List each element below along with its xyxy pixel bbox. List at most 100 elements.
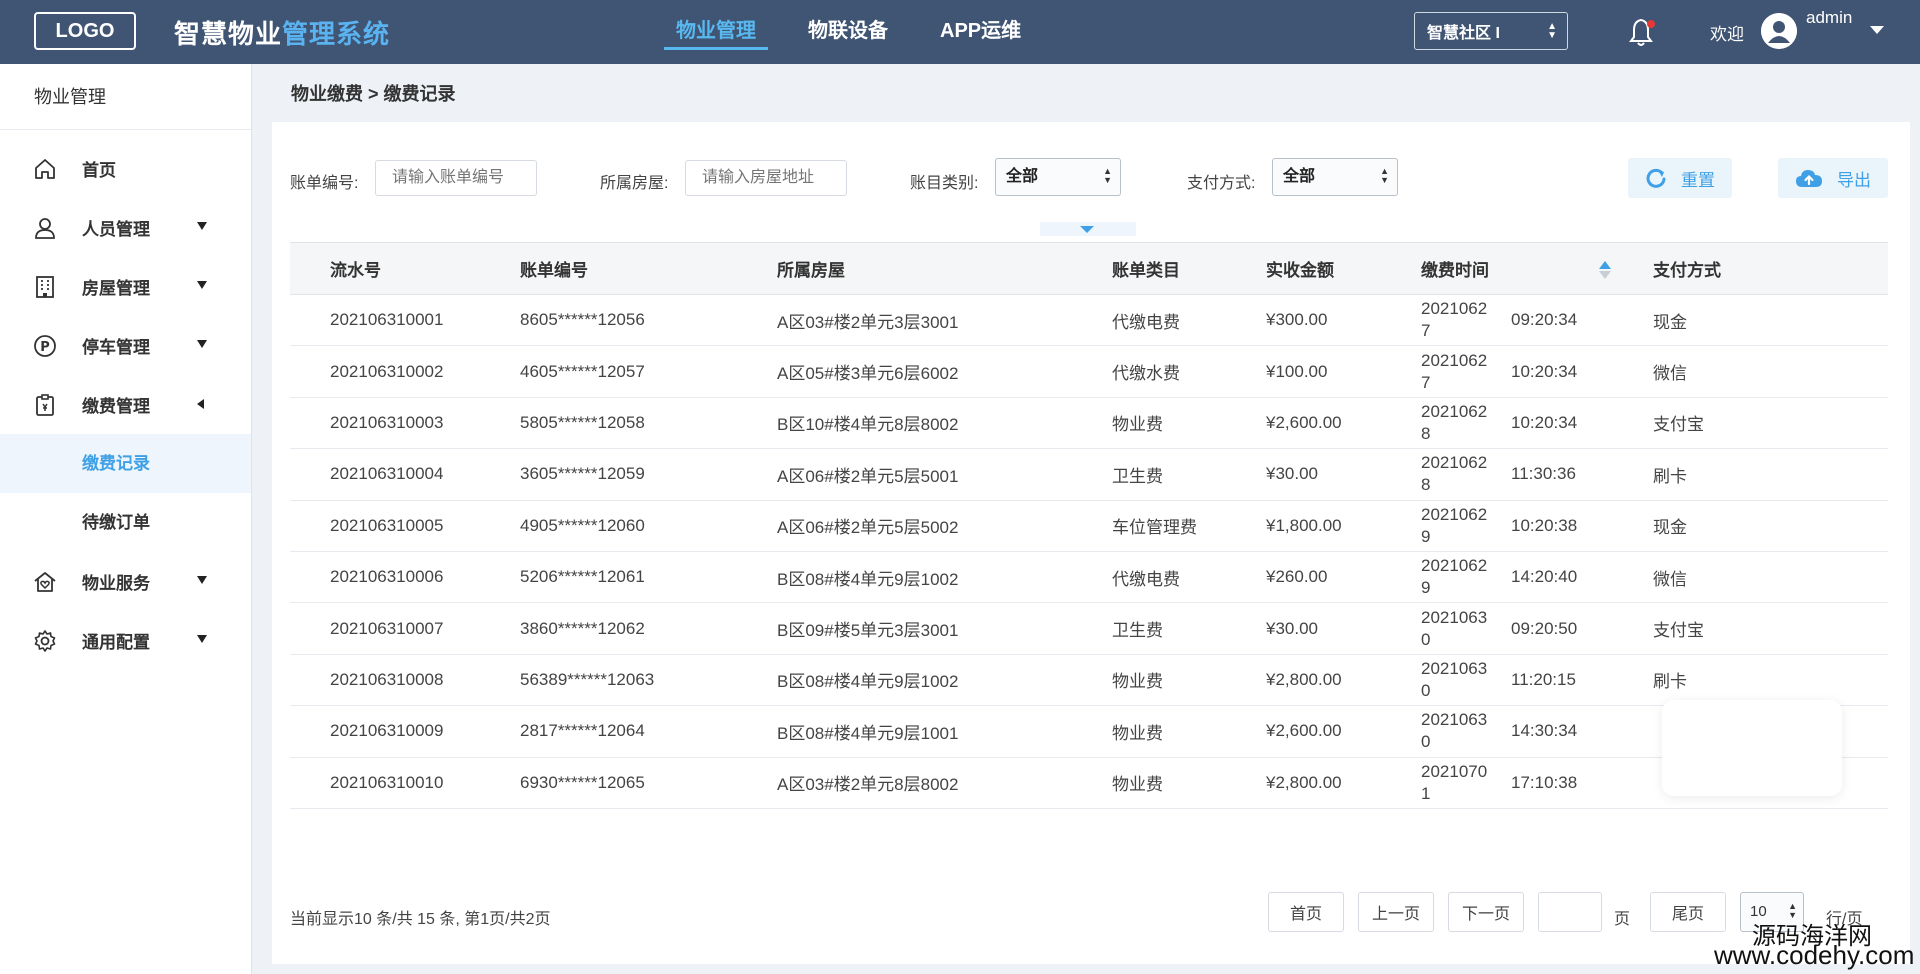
pay-method-select[interactable]: 全部 ▲ ▼ bbox=[1272, 158, 1398, 196]
sidebar-item-general-config[interactable]: 通用配置 bbox=[0, 611, 251, 670]
username[interactable]: admin bbox=[1806, 6, 1856, 30]
pay-date-text: 20210630 bbox=[1421, 607, 1488, 649]
last-page-button[interactable]: 尾页 bbox=[1650, 892, 1726, 932]
bill-no-input[interactable] bbox=[375, 160, 537, 196]
sidebar-item-home[interactable]: 首页 bbox=[0, 139, 251, 198]
cell-pay-method: 现金 bbox=[1653, 294, 1888, 347]
pagination-summary: 当前显示10 条/共 15 条, 第1页/共2页 bbox=[290, 911, 551, 928]
cell-pay-time: 11:30:36 bbox=[1511, 448, 1653, 501]
bell-icon[interactable] bbox=[1628, 16, 1658, 48]
pay-date-text: 20210627 bbox=[1421, 299, 1488, 341]
caret-down-icon bbox=[197, 576, 207, 584]
cell-bill-type: 物业费 bbox=[1112, 397, 1266, 450]
category-select[interactable]: 全部 ▲ ▼ bbox=[995, 158, 1121, 196]
prev-page-button[interactable]: 上一页 bbox=[1358, 892, 1434, 932]
cell-amount: ¥2,600.00 bbox=[1266, 397, 1421, 450]
watermark-url: www.codehy.com bbox=[1714, 940, 1915, 970]
floating-card bbox=[1662, 700, 1842, 796]
cell-bill-no: 2817******12064 bbox=[520, 705, 777, 758]
cell-amount: ¥2,600.00 bbox=[1266, 705, 1421, 758]
main-panel: 账单编号: 所属房屋: 账目类别: 全部 ▲▼ 支付方式: 全部 ▲▼ 重置 导… bbox=[272, 122, 1910, 964]
caret-down-icon[interactable] bbox=[1870, 26, 1884, 34]
sidebar-item-personnel[interactable]: 人员管理 bbox=[0, 198, 251, 257]
next-page-button[interactable]: 下一页 bbox=[1448, 892, 1524, 932]
page-number-input[interactable] bbox=[1538, 892, 1602, 932]
sidebar-subitem-payment-records[interactable]: 缴费记录 bbox=[0, 434, 251, 493]
nav-property-management[interactable]: 物业管理 bbox=[650, 0, 782, 64]
cell-bill-type: 物业费 bbox=[1112, 654, 1266, 707]
first-page-button[interactable]: 首页 bbox=[1268, 892, 1344, 932]
user-avatar-icon[interactable] bbox=[1761, 13, 1797, 49]
house-input[interactable] bbox=[685, 160, 847, 196]
nav-app-ops[interactable]: APP运维 bbox=[914, 0, 1047, 64]
cell-pay-date: 20210627 bbox=[1421, 294, 1511, 347]
pay-method-select-value: 全部 bbox=[1283, 168, 1316, 185]
table-row[interactable]: 202106310005 4905******12060 A区06#楼2单元5层50… bbox=[290, 500, 1888, 552]
cell-amount: ¥100.00 bbox=[1266, 345, 1421, 398]
col-pay-time[interactable]: 缴费时间 bbox=[1421, 242, 1653, 295]
cell-pay-method: 现金 bbox=[1653, 500, 1888, 552]
cell-bill-type: 物业费 bbox=[1112, 705, 1266, 758]
pay-method-label: 支付方式: bbox=[1187, 175, 1256, 192]
collapse-toggle[interactable] bbox=[1040, 222, 1136, 236]
cell-amount: ¥300.00 bbox=[1266, 294, 1421, 347]
table-row[interactable]: 202106310008 56389******12063 B区08#楼4单元9层1… bbox=[290, 654, 1888, 707]
app-title: 智慧物业管理系统 bbox=[174, 14, 390, 51]
home-icon bbox=[32, 156, 58, 182]
cell-pay-date: 20210701 bbox=[1421, 757, 1511, 809]
sidebar-item-label: 停车管理 bbox=[82, 338, 150, 357]
sort-icon[interactable] bbox=[1599, 261, 1611, 281]
cell-house: A区05#楼3单元6层6002 bbox=[777, 345, 1112, 398]
sidebar-item-housing[interactable]: 房屋管理 bbox=[0, 257, 251, 316]
sidebar-item-property-services[interactable]: 物业服务 bbox=[0, 552, 251, 611]
cell-bill-type: 卫生费 bbox=[1112, 602, 1266, 655]
cell-bill-no: 4905******12060 bbox=[520, 500, 777, 552]
cell-house: B区10#楼4单元8层8002 bbox=[777, 397, 1112, 450]
table-row[interactable]: 202106310002 4605******12057 A区05#楼3单元6层60… bbox=[290, 345, 1888, 398]
cell-amount: ¥260.00 bbox=[1266, 551, 1421, 604]
cell-pay-method: 微信 bbox=[1653, 551, 1888, 604]
pay-date-text: 20210628 bbox=[1421, 401, 1488, 443]
logo[interactable]: LOGO bbox=[34, 12, 136, 50]
community-select[interactable]: 智慧社区 I ▲ ▼ bbox=[1414, 12, 1568, 50]
export-button[interactable]: 导出 bbox=[1778, 158, 1888, 198]
sidebar-item-payment[interactable]: 缴费管理 bbox=[0, 375, 251, 434]
col-pay-time-label: 缴费时间 bbox=[1421, 260, 1489, 280]
pay-date-text: 20210630 bbox=[1421, 658, 1488, 700]
table-row[interactable]: 202106310003 5805******12058 B区10#楼4单元8层80… bbox=[290, 397, 1888, 450]
cell-serial: 202106310003 bbox=[290, 397, 520, 450]
pay-date-text: 20210627 bbox=[1421, 350, 1488, 392]
table-row[interactable]: 202106310007 3860******12062 B区09#楼5单元3层30… bbox=[290, 602, 1888, 655]
cell-bill-no: 6930******12065 bbox=[520, 757, 777, 809]
cell-serial: 202106310006 bbox=[290, 551, 520, 604]
cell-bill-type: 代缴电费 bbox=[1112, 551, 1266, 604]
table-row[interactable]: 202106310010 6930******12065 A区03#楼2单元8层80… bbox=[290, 757, 1888, 809]
cell-bill-type: 卫生费 bbox=[1112, 448, 1266, 501]
cell-bill-type: 代缴电费 bbox=[1112, 294, 1266, 347]
sidebar: 物业管理 首页 人员管理 房屋管理 P 停车管理 缴费管理 缴费记录 待缴订单 … bbox=[0, 64, 252, 974]
house-heart-icon bbox=[32, 569, 58, 595]
sidebar-item-label: 人员管理 bbox=[82, 220, 150, 239]
sidebar-item-label: 通用配置 bbox=[82, 633, 150, 652]
cell-bill-no: 8605******12056 bbox=[520, 294, 777, 347]
cell-amount: ¥2,800.00 bbox=[1266, 654, 1421, 707]
sidebar-item-label: 首页 bbox=[82, 161, 116, 180]
sidebar-item-label: 物业服务 bbox=[82, 574, 150, 593]
payment-records-table: 流水号 账单编号 所属房屋 账单类目 实收金额 缴费时间 支付方式 202106… bbox=[290, 242, 1888, 809]
sidebar-item-parking[interactable]: P 停车管理 bbox=[0, 316, 251, 375]
sidebar-subitem-pending-orders[interactable]: 待缴订单 bbox=[0, 493, 251, 552]
table-row[interactable]: 202106310009 2817******12064 B区08#楼4单元9层10… bbox=[290, 705, 1888, 758]
col-bill-type: 账单类目 bbox=[1112, 242, 1266, 295]
table-row[interactable]: 202106310001 8605******12056 A区03#楼2单元3层30… bbox=[290, 294, 1888, 347]
nav-iot-devices[interactable]: 物联设备 bbox=[782, 0, 914, 64]
house-label: 所属房屋: bbox=[600, 175, 669, 192]
cell-pay-time: 10:20:34 bbox=[1511, 345, 1653, 398]
cell-amount: ¥30.00 bbox=[1266, 448, 1421, 501]
cell-serial: 202106310004 bbox=[290, 448, 520, 501]
reset-button[interactable]: 重置 bbox=[1628, 158, 1732, 198]
table-row[interactable]: 202106310004 3605******12059 A区06#楼2单元5层50… bbox=[290, 448, 1888, 501]
user-icon bbox=[32, 215, 58, 241]
pay-date-text: 20210629 bbox=[1421, 556, 1488, 598]
table-row[interactable]: 202106310006 5206******12061 B区08#楼4单元9层10… bbox=[290, 551, 1888, 604]
col-pay-method: 支付方式 bbox=[1653, 242, 1888, 295]
